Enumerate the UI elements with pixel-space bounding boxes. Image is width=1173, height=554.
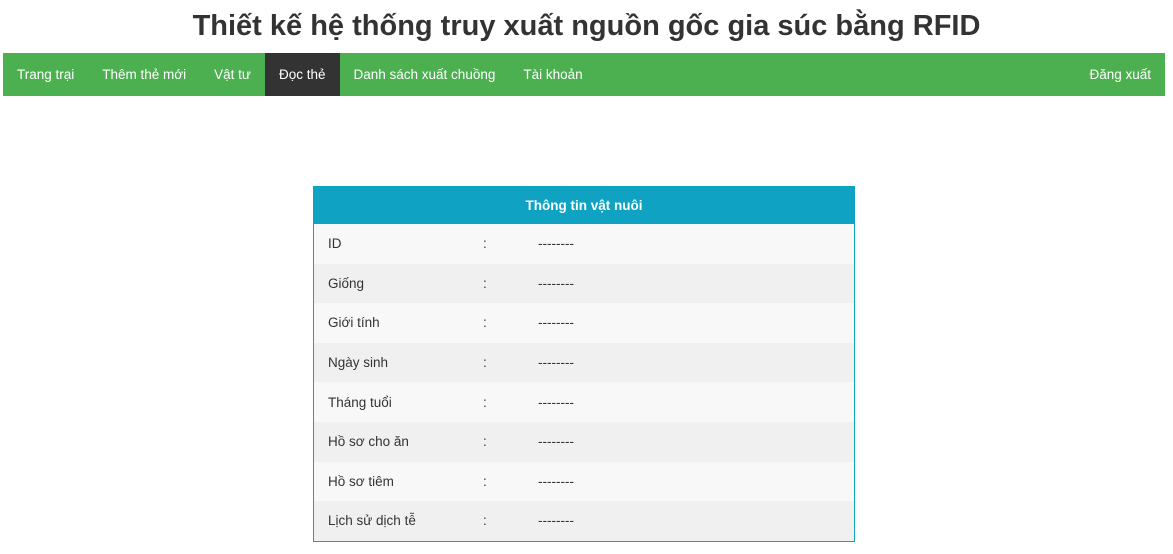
row-separator: :	[483, 275, 487, 291]
row-value: --------	[538, 434, 574, 450]
row-separator: :	[483, 434, 487, 450]
row-separator: :	[483, 394, 487, 410]
nav-item-doc-the[interactable]: Đọc thẻ	[264, 53, 340, 96]
row-value: --------	[538, 473, 574, 489]
row-label: Hồ sơ tiêm	[328, 473, 394, 489]
nav-item-trang-trai[interactable]: Trang trại	[3, 53, 88, 96]
info-row-ngay-sinh: Ngày sinh : --------	[314, 342, 854, 383]
row-label: Giới tính	[328, 315, 380, 331]
row-separator: :	[483, 513, 487, 529]
row-label: ID	[328, 236, 342, 252]
row-value: --------	[538, 394, 574, 410]
info-row-id: ID : --------	[314, 224, 854, 264]
row-value: --------	[538, 275, 574, 291]
row-label: Ngày sinh	[328, 355, 389, 371]
row-value: --------	[538, 236, 574, 252]
info-row-giong: Giống : --------	[314, 263, 854, 304]
info-row-ho-so-tiem: Hồ sơ tiêm : --------	[314, 461, 854, 502]
card-body: ID : -------- Giống : -------- Giới tính…	[314, 224, 854, 541]
nav-item-them-the-moi[interactable]: Thêm thẻ mới	[88, 53, 200, 96]
row-separator: :	[483, 473, 487, 489]
row-label: Hồ sơ cho ăn	[328, 434, 409, 450]
nav-item-vat-tu[interactable]: Vật tư	[200, 53, 265, 96]
info-row-lich-su-dich-te: Lịch sử dịch tễ : --------	[314, 501, 854, 541]
row-label: Lịch sử dịch tễ	[328, 513, 416, 529]
row-value: --------	[538, 315, 574, 331]
row-label: Tháng tuổi	[328, 394, 392, 410]
row-value: --------	[538, 513, 574, 529]
info-row-gioi-tinh: Giới tính : --------	[314, 303, 854, 343]
logout-button[interactable]: Đăng xuất	[1075, 53, 1165, 96]
page-title: Thiết kế hệ thống truy xuất nguồn gốc gi…	[192, 10, 981, 42]
nav-spacer	[597, 53, 1076, 96]
main-navbar: Trang trại Thêm thẻ mới Vật tư Đọc thẻ D…	[3, 53, 1165, 96]
info-row-thang-tuoi: Tháng tuổi : --------	[314, 382, 854, 422]
nav-item-danh-sach-xuat-chuong[interactable]: Danh sách xuất chuồng	[340, 53, 510, 96]
nav-item-tai-khoan[interactable]: Tài khoản	[509, 53, 596, 96]
info-row-ho-so-cho-an: Hồ sơ cho ăn : --------	[314, 421, 854, 462]
row-value: --------	[538, 355, 574, 371]
animal-info-card: Thông tin vật nuôi ID : -------- Giống :…	[313, 186, 855, 542]
row-separator: :	[483, 236, 487, 252]
row-separator: :	[483, 355, 487, 371]
card-title: Thông tin vật nuôi	[314, 187, 854, 224]
row-label: Giống	[328, 275, 365, 291]
row-separator: :	[483, 315, 487, 331]
